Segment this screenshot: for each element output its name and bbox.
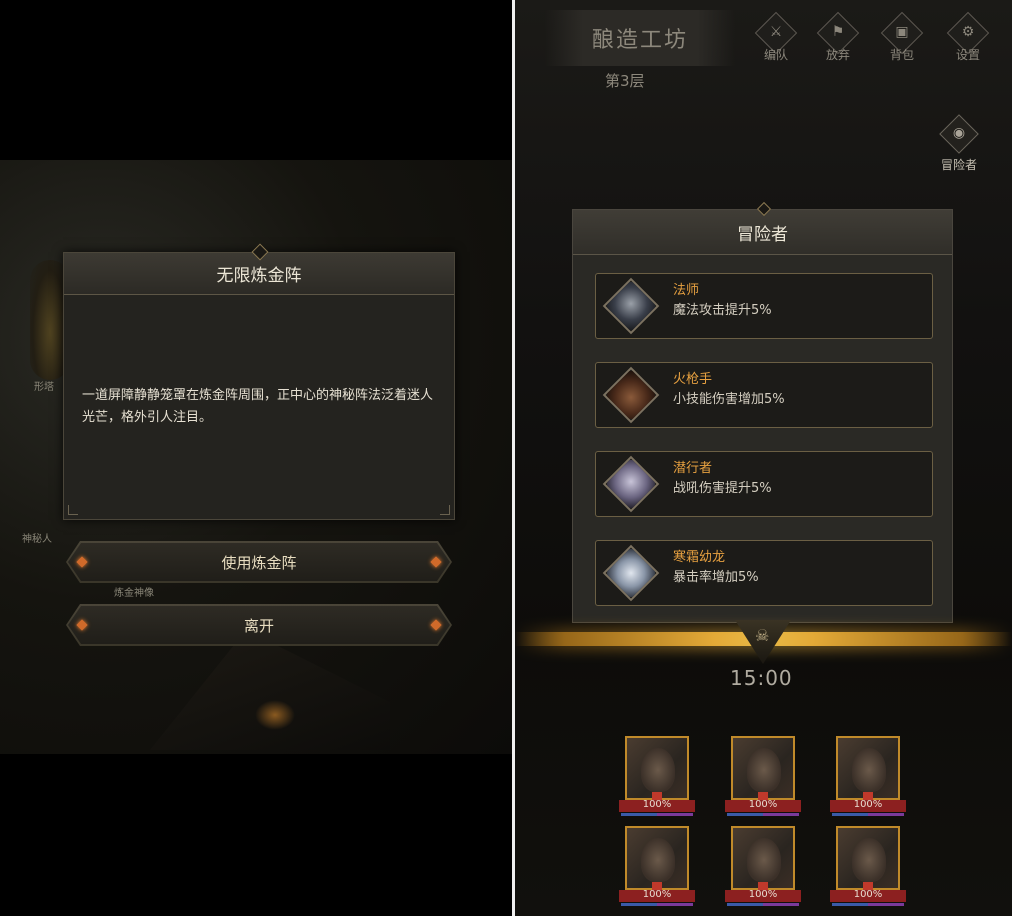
mage-portrait [602,277,660,335]
hero-slot[interactable]: 100% [830,736,906,818]
team-button[interactable]: ⚔ 编队 [751,11,801,64]
hero-slot[interactable]: 100% [830,826,906,908]
backpack-label: 背包 [889,48,914,62]
adventurer-card-frost-dragon[interactable]: 寒霜幼龙 暴击率增加5% [595,540,933,606]
abandon-label: 放弃 [825,48,850,62]
right-screen: 酿造工坊 第3层 ⚔ 编队 ⚑ 放弃 ▣ 背包 ⚙ 设置 ◉ 冒险者 冒险者 法… [515,0,1012,916]
dialog-description: 一道屏障静静笼罩在炼金阵周围，正中心的神秘阵法泛着迷人光芒，格外引人注目。 [82,388,434,425]
backpack-button[interactable]: ▣ 背包 [877,11,927,64]
adventurer-label: 冒险者 [940,158,977,172]
adventurer-name: 潜行者 [673,461,713,476]
corner-ornament [68,505,78,515]
adventurer-name: 火枪手 [673,372,713,387]
panel-title: 冒险者 [573,210,952,255]
hero-slot[interactable]: 100% [619,736,695,818]
adventurer-icon: ◉ [952,125,966,141]
mana-bar [832,813,904,816]
rogue-portrait [602,455,660,513]
hp-bar: 100% [619,889,695,902]
background-label: 形塔 [34,382,54,393]
abandon-button[interactable]: ⚑ 放弃 [813,11,863,64]
adventurer-card-rogue[interactable]: 潜行者 战吼伤害提升5% [595,451,933,517]
roof-decoration [150,630,390,750]
mana-bar [621,903,693,906]
hp-percent: 100% [642,889,672,900]
adventurer-card-gunner[interactable]: 火枪手 小技能伤害增加5% [595,362,933,428]
event-dialog: 无限炼金阵 一道屏障静静笼罩在炼金阵周围，正中心的神秘阵法泛着迷人光芒，格外引人… [63,243,455,520]
settings-icon: ⚙ [961,24,975,40]
hp-bar: 100% [830,889,906,902]
use-alchemy-array-button[interactable]: 使用炼金阵 [66,541,452,583]
mana-bar [832,903,904,906]
hp-percent: 100% [748,799,778,810]
corner-ornament [440,505,450,515]
mana-bar [621,813,693,816]
mana-bar [727,903,799,906]
hero-slot[interactable]: 100% [725,826,801,908]
settings-button[interactable]: ⚙ 设置 [943,11,993,64]
adventurer-bonus: 暴击率增加5% [673,570,759,585]
abandon-icon: ⚑ [831,24,845,40]
background-label: 炼金神像 [114,588,154,599]
countdown-timer: 15:00 [730,666,793,690]
adventurer-bonus: 小技能伤害增加5% [673,392,785,407]
floor-label: 第3层 [605,72,645,90]
hp-bar: 100% [725,889,801,902]
adventurer-name: 寒霜幼龙 [673,550,726,565]
background-label: 神秘人 [22,534,52,545]
adventurer-name: 法师 [673,283,700,298]
adventurer-bonus: 战吼伤害提升5% [673,481,772,496]
hero-slot[interactable]: 100% [725,736,801,818]
hp-percent: 100% [642,799,672,810]
hp-bar: 100% [619,799,695,812]
adventurer-button[interactable]: ◉ 冒险者 [933,114,985,176]
settings-label: 设置 [955,48,980,62]
left-screen: 形塔 神秘人 炼金神像 无限炼金阵 一道屏障静静笼罩在炼金阵周围，正中心的神秘阵… [0,0,512,916]
hp-percent: 100% [853,799,883,810]
hp-percent: 100% [853,889,883,900]
location-title: 酿造工坊 [591,28,688,53]
team-icon: ⚔ [769,24,783,40]
team-label: 编队 [763,48,788,62]
button-label: 离开 [243,616,274,635]
button-label: 使用炼金阵 [221,553,297,572]
backpack-icon: ▣ [895,24,909,40]
hp-bar: 100% [725,799,801,812]
leave-button[interactable]: 离开 [66,604,452,646]
hero-slot[interactable]: 100% [619,826,695,908]
skull-emblem-icon: ☠ [755,626,770,645]
gunner-portrait [602,366,660,424]
location-plate: 酿造工坊 [545,10,735,66]
hp-percent: 100% [748,889,778,900]
frost-dragon-portrait [602,544,660,602]
adventurer-panel: 冒险者 法师 魔法攻击提升5% 火枪手 小技能伤害增加5% 潜行者 战吼伤害提升… [572,201,953,623]
window-glow [255,700,295,730]
mana-bar [727,813,799,816]
adventurer-bonus: 魔法攻击提升5% [673,303,772,318]
adventurer-card-mage[interactable]: 法师 魔法攻击提升5% [595,273,933,339]
hp-bar: 100% [830,799,906,812]
